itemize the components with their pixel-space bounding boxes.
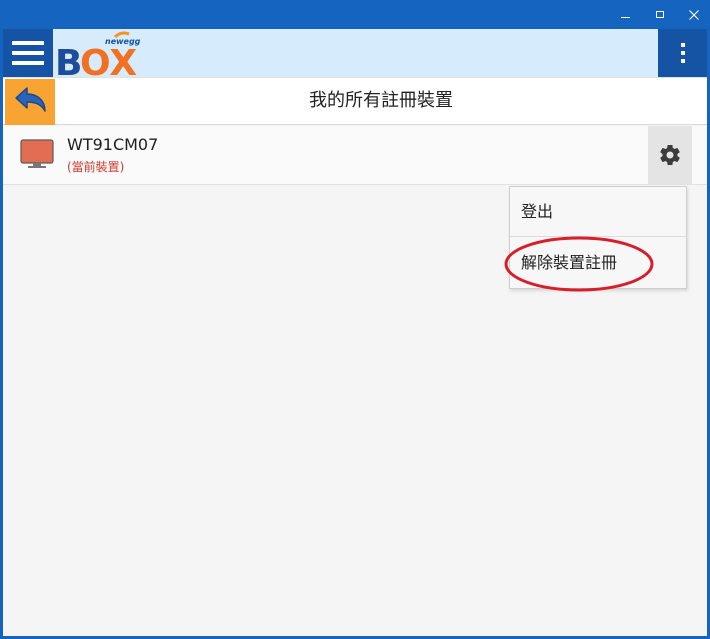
overflow-menu-button[interactable]: [658, 29, 707, 77]
device-name: WT91CM07: [67, 135, 159, 154]
back-arrow-icon: [15, 87, 46, 112]
hamburger-icon-line: [12, 61, 44, 65]
page-header: 我的所有註冊裝置: [3, 77, 707, 125]
kebab-icon-dot: [680, 59, 685, 63]
maximize-button[interactable]: [643, 0, 676, 29]
close-icon: [688, 9, 699, 20]
unregister-device-menu-item[interactable]: 解除裝置註冊: [510, 238, 686, 288]
device-context-menu: 登出 解除裝置註冊: [509, 186, 687, 289]
current-device-label: (當前裝置): [67, 160, 125, 174]
hamburger-icon-line: [12, 51, 44, 55]
kebab-icon-dot: [680, 51, 685, 55]
kebab-icon: [680, 43, 685, 47]
maximize-icon: [655, 11, 664, 18]
page-title: 我的所有註冊裝置: [309, 90, 453, 111]
device-settings-button[interactable]: [648, 126, 692, 184]
svg-text:B: B: [55, 43, 82, 77]
device-list-item[interactable]: WT91CM07 (當前裝置): [3, 126, 707, 185]
gear-icon: [660, 145, 680, 166]
newegg-box-logo: newegg B OX: [55, 31, 141, 77]
app-bar: newegg B OX: [3, 29, 707, 77]
hamburger-icon: [12, 41, 44, 45]
minimize-button[interactable]: [609, 0, 642, 29]
hamburger-menu-button[interactable]: [3, 29, 53, 77]
back-button[interactable]: [5, 79, 55, 125]
title-bar: [3, 0, 707, 29]
svg-text:OX: OX: [80, 43, 137, 77]
close-button[interactable]: [677, 0, 710, 29]
logout-menu-item[interactable]: 登出: [510, 187, 686, 237]
app-window: newegg B OX 我的所有註冊裝置 WT91CM07 (當前裝置) 登出 …: [0, 0, 710, 639]
minimize-icon: [621, 17, 630, 18]
monitor-icon: [20, 139, 54, 168]
